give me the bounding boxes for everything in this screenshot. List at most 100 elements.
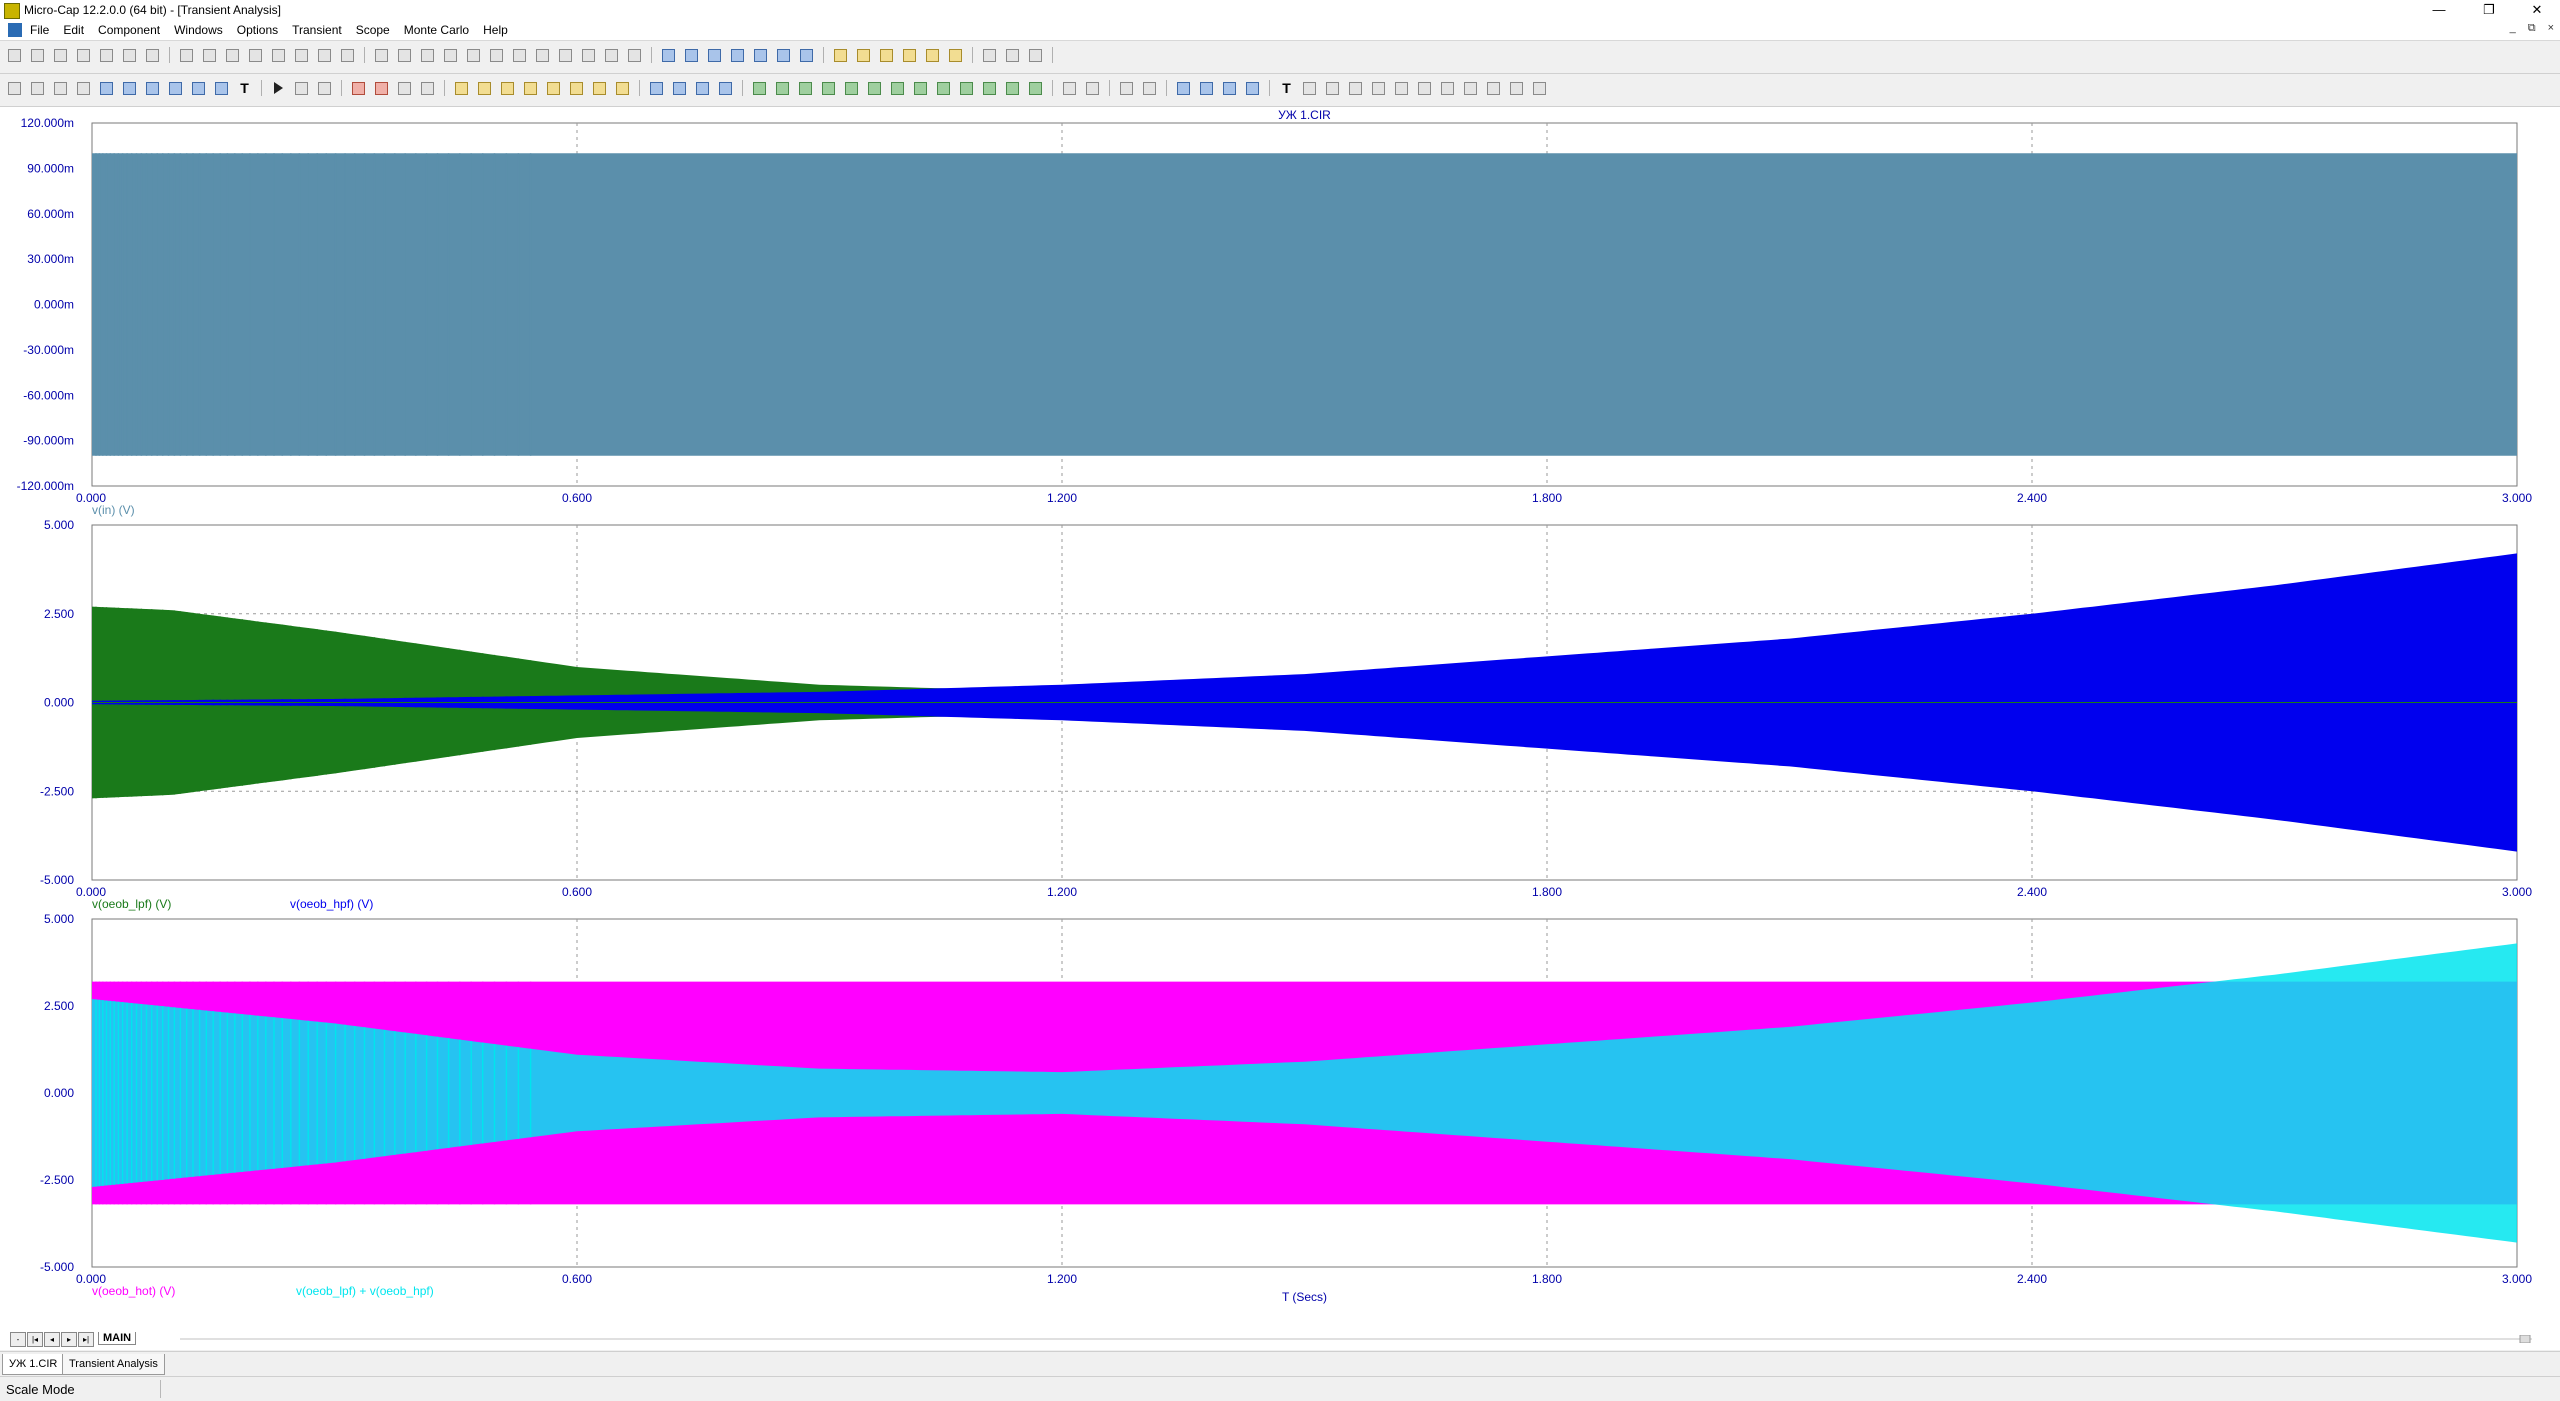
analysis-tool-icon[interactable] [1063,82,1076,95]
analysis-tool-icon[interactable]: T [1280,81,1293,95]
tab-transient-analysis[interactable]: Transient Analysis [62,1354,165,1375]
main-tool-icon[interactable] [662,49,675,62]
analysis-tool-icon[interactable] [570,82,583,95]
main-tool-icon[interactable] [1029,49,1042,62]
main-tool-icon[interactable] [272,49,285,62]
analysis-tool-icon[interactable] [1349,82,1362,95]
main-tool-icon[interactable] [54,49,67,62]
analysis-tool-icon[interactable] [77,82,90,95]
main-tool-icon[interactable] [180,49,193,62]
document-icon[interactable] [8,23,22,37]
main-tool-icon[interactable] [983,49,996,62]
main-tool-icon[interactable] [31,49,44,62]
analysis-tool-icon[interactable] [696,82,709,95]
analysis-tool-icon[interactable] [1006,82,1019,95]
analysis-tool-icon[interactable] [146,82,159,95]
analysis-tool-icon[interactable] [295,82,308,95]
analysis-tool-icon[interactable] [1200,82,1213,95]
mdi-minimize-button[interactable]: _ [2510,22,2516,35]
page-nav-next-button[interactable]: ▸ [61,1332,77,1347]
minimize-button[interactable]: — [2416,0,2462,20]
main-tool-icon[interactable] [444,49,457,62]
main-tool-icon[interactable] [77,49,90,62]
analysis-tool-icon[interactable] [398,82,411,95]
analysis-tool-icon[interactable] [100,82,113,95]
analysis-tool-icon[interactable] [215,82,228,95]
menu-file[interactable]: File [30,23,49,37]
main-tool-icon[interactable] [582,49,595,62]
main-tool-icon[interactable] [490,49,503,62]
analysis-tool-icon[interactable] [799,82,812,95]
main-tool-icon[interactable] [295,49,308,62]
main-tool-icon[interactable] [513,49,526,62]
analysis-tool-icon[interactable] [719,82,732,95]
transient-plot[interactable]: УЖ 1.CIR 120.000m 90.000m 60.000m 30.000m 0.0… [0,107,2560,1329]
analysis-tool-icon[interactable] [1086,82,1099,95]
page-nav-prev-button[interactable]: ◂ [44,1332,60,1347]
main-tool-icon[interactable] [903,49,916,62]
main-tool-icon[interactable] [8,49,21,62]
analysis-tool-icon[interactable] [524,82,537,95]
analysis-tool-icon[interactable] [983,82,996,95]
analysis-tool-icon[interactable] [478,82,491,95]
main-tool-icon[interactable] [467,49,480,62]
analysis-tool-icon[interactable] [616,82,629,95]
analysis-tool-icon[interactable] [1395,82,1408,95]
main-tool-icon[interactable] [203,49,216,62]
main-tool-icon[interactable] [731,49,744,62]
analysis-tool-icon[interactable] [868,82,881,95]
analysis-tool-icon[interactable] [318,82,331,95]
analysis-tool-icon[interactable] [123,82,136,95]
main-tool-icon[interactable] [398,49,411,62]
page-nav-first-button[interactable]: |◂ [27,1332,43,1347]
tab-circuit[interactable]: УЖ 1.CIR [2,1354,65,1375]
analysis-tool-icon[interactable] [1120,82,1133,95]
menu-windows[interactable]: Windows [174,23,223,37]
menu-scope[interactable]: Scope [356,23,390,37]
analysis-tool-icon[interactable] [753,82,766,95]
main-tool-icon[interactable] [536,49,549,62]
main-tool-icon[interactable] [949,49,962,62]
main-tool-icon[interactable] [926,49,939,62]
main-tool-icon[interactable] [559,49,572,62]
horizontal-scrollbar[interactable] [180,1335,2532,1343]
menu-monte-carlo[interactable]: Monte Carlo [404,23,469,37]
plot-area[interactable]: УЖ 1.CIR 120.000m 90.000m 60.000m 30.000m 0.0… [0,107,2560,1350]
main-tool-icon[interactable] [777,49,790,62]
analysis-tool-icon[interactable] [673,82,686,95]
analysis-tool-icon[interactable] [375,82,388,95]
analysis-tool-icon[interactable] [1326,82,1339,95]
analysis-tool-icon[interactable] [1143,82,1156,95]
main-tool-icon[interactable] [341,49,354,62]
analysis-tool-icon[interactable] [1177,82,1190,95]
analysis-tool-icon[interactable] [1372,82,1385,95]
analysis-tool-icon[interactable] [352,82,365,95]
analysis-tool-icon[interactable] [1441,82,1454,95]
main-tool-icon[interactable] [834,49,847,62]
analysis-tool-icon[interactable] [31,82,44,95]
analysis-tool-icon[interactable] [1533,82,1546,95]
mdi-restore-button[interactable]: ⧉ [2528,22,2536,35]
analysis-tool-icon[interactable] [650,82,663,95]
main-tool-icon[interactable] [123,49,136,62]
main-tool-icon[interactable] [249,49,262,62]
analysis-tool-icon[interactable] [1029,82,1042,95]
analysis-tool-icon[interactable]: T [238,81,251,95]
analysis-tool-icon[interactable] [593,82,606,95]
main-tool-icon[interactable] [421,49,434,62]
mdi-close-button[interactable]: × [2548,22,2554,35]
analysis-tool-icon[interactable] [1510,82,1523,95]
main-tool-icon[interactable] [318,49,331,62]
close-button[interactable]: ✕ [2514,0,2560,20]
main-tool-icon[interactable] [605,49,618,62]
analysis-tool-icon[interactable] [272,82,285,95]
main-tool-icon[interactable] [1006,49,1019,62]
analysis-tool-icon[interactable] [1418,82,1431,95]
analysis-tool-icon[interactable] [1303,82,1316,95]
main-tool-icon[interactable] [226,49,239,62]
main-tool-icon[interactable] [880,49,893,62]
main-tool-icon[interactable] [857,49,870,62]
menu-component[interactable]: Component [98,23,160,37]
analysis-tool-icon[interactable] [1464,82,1477,95]
analysis-tool-icon[interactable] [8,82,21,95]
